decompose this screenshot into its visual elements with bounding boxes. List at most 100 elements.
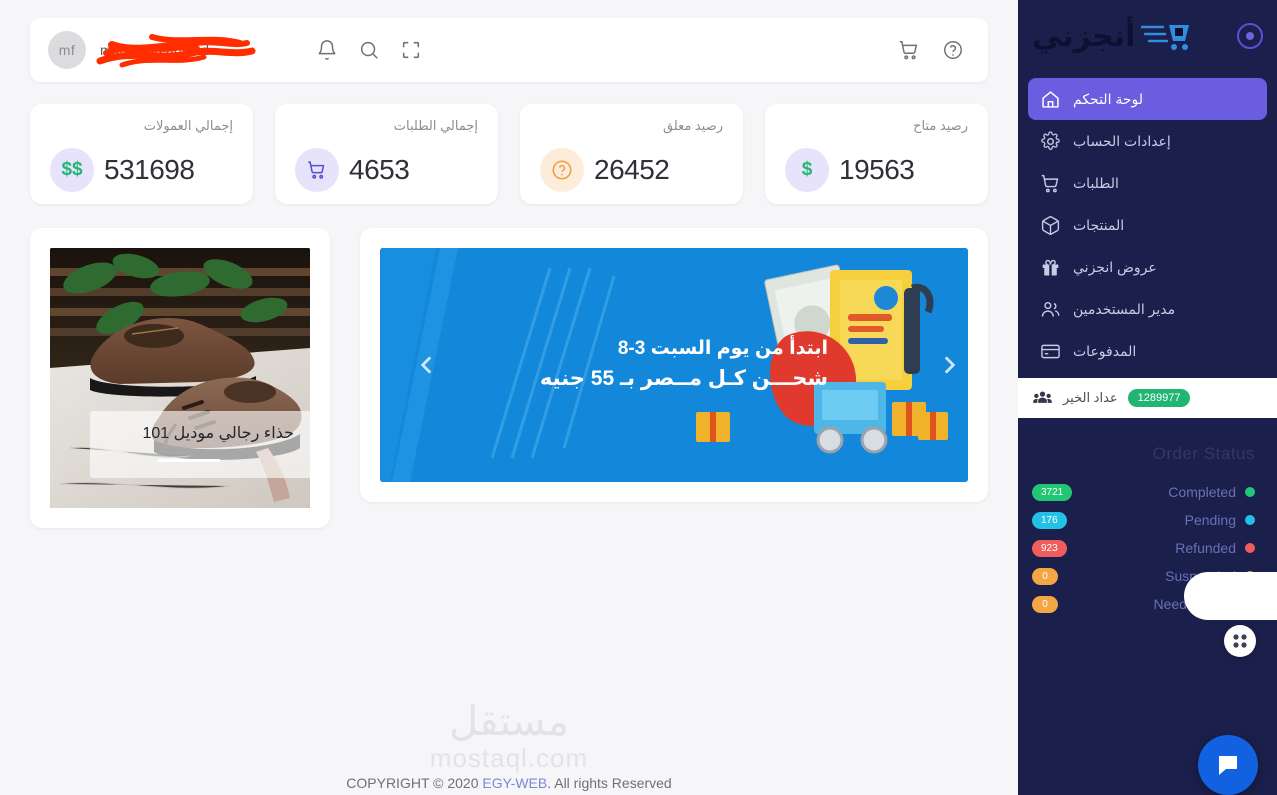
apps-grid-icon: [1233, 634, 1247, 648]
sidebar: أنجزني لوحة التحكم إعدادات الحساب الطلبا…: [1018, 0, 1277, 795]
stat-icon-glyph: $$: [61, 159, 83, 180]
watermark-latin: mostaql.com: [429, 743, 589, 774]
stat-cards: رصيد متاح $ 19563 رصيد معلق 26452 إجمالي…: [30, 104, 988, 204]
users-icon: [1041, 301, 1060, 317]
toggle-dot-icon: [1246, 32, 1254, 40]
status-dot-icon: [1245, 543, 1255, 553]
order-status-count: 0: [1032, 595, 1058, 613]
sidebar-item-users-manager[interactable]: مدير المستخدمين: [1028, 288, 1267, 330]
status-dot-icon: [1245, 515, 1255, 525]
main-content: mf mahmoud ahmed رصيد متاح $ 19563 رصيد …: [0, 0, 1018, 795]
fullscreen-icon[interactable]: [400, 39, 422, 61]
sidebar-item-label: المدفوعات: [1073, 342, 1137, 359]
help-icon[interactable]: [942, 39, 964, 61]
group-icon: [1033, 391, 1052, 403]
chevron-left-icon[interactable]: [414, 352, 440, 378]
stat-value: 26452: [594, 154, 670, 185]
topbar-icons: [316, 39, 422, 61]
product-overlay: حذاء رجالي موديل 101: [90, 411, 310, 478]
apps-grid-button[interactable]: [1224, 625, 1256, 657]
brand-name: أنجزني: [1032, 19, 1136, 53]
sidebar-item-label: لوحة التحكم: [1073, 90, 1144, 107]
banner-text: ابتدأ من يوم السبت 3-8 شحـــن كـل مــصر …: [540, 334, 828, 396]
order-status-row[interactable]: 3721 Completed: [1032, 478, 1255, 506]
order-status-count: 176: [1032, 511, 1067, 529]
avatar-initials: mf: [58, 42, 76, 58]
stat-bottom: 26452: [540, 148, 723, 192]
footer: مستقل mostaql.com COPYRIGHT © 2020 EGY-W…: [0, 700, 1018, 795]
stat-label: إجمالي الطلبات: [393, 118, 478, 133]
stat-card: إجمالي الطلبات 4653: [275, 104, 498, 204]
sidebar-item-payments[interactable]: المدفوعات: [1028, 330, 1267, 372]
promo-banner[interactable]: ابتدأ من يوم السبت 3-8 شحـــن كـل مــصر …: [380, 248, 968, 482]
stat-value: 4653: [349, 154, 410, 185]
chat-button[interactable]: [1198, 735, 1258, 795]
charity-counter-row[interactable]: 1289977 عداد الخير: [1018, 378, 1277, 418]
user-name: mahmoud ahmed: [100, 42, 209, 58]
search-icon[interactable]: [358, 39, 380, 61]
chat-bubble-icon: [1219, 756, 1237, 775]
cart-icon: [1041, 174, 1059, 192]
sidebar-item-label: المنتجات: [1073, 216, 1125, 233]
order-status-count: 923: [1032, 539, 1067, 557]
mostaql-watermark: مستقل mostaql.com: [0, 700, 1018, 773]
cart-icon[interactable]: [898, 39, 920, 61]
order-status-label: Pending: [1184, 512, 1236, 528]
egy-web-link[interactable]: EGY-WEB: [482, 775, 547, 791]
copyright-suffix: . All rights Reserved: [547, 775, 672, 791]
stat-bottom: 4653: [295, 148, 478, 192]
cart-icon: [295, 148, 339, 192]
watermark-arabic: مستقل: [449, 700, 569, 745]
floating-tooltip-bubble: [1184, 572, 1277, 620]
cart-glyph: [308, 161, 325, 179]
stat-card: رصيد معلق 26452: [520, 104, 743, 204]
order-status-count: 0: [1032, 567, 1058, 585]
sidebar-header: أنجزني: [1018, 0, 1277, 72]
sidebar-item-label: مدير المستخدمين: [1073, 300, 1176, 317]
sidebar-item-account-settings[interactable]: إعدادات الحساب: [1028, 120, 1267, 162]
product-image: حذاء رجالي موديل 101: [50, 248, 310, 508]
stat-label: رصيد متاح: [913, 118, 968, 133]
stat-card: رصيد متاح $ 19563: [765, 104, 988, 204]
question-mark-glyph: [552, 160, 572, 180]
order-status-count: 3721: [1032, 483, 1073, 501]
brand-logo[interactable]: أنجزني: [1032, 17, 1227, 55]
stat-value: 19563: [839, 154, 915, 185]
sidebar-item-products[interactable]: المنتجات: [1028, 204, 1267, 246]
status-dot-icon: [1245, 487, 1255, 497]
sidebar-item-offers[interactable]: عروض انجزني: [1028, 246, 1267, 288]
copyright-text: COPYRIGHT © 2020 EGY-WEB. All rights Res…: [0, 773, 1018, 791]
stat-card: إجمالي العمولات $$ 531698: [30, 104, 253, 204]
sidebar-item-orders[interactable]: الطلبات: [1028, 162, 1267, 204]
stat-label: إجمالي العمولات: [143, 118, 233, 133]
topbar: mf mahmoud ahmed: [30, 18, 988, 82]
stat-icon-glyph: $: [801, 159, 813, 180]
order-status-row[interactable]: 923 Refunded: [1032, 534, 1255, 562]
order-status-label: Completed: [1168, 484, 1236, 500]
charity-counter-label: عداد الخير: [1063, 390, 1118, 405]
product-title: حذاء رجالي موديل 101: [142, 425, 294, 442]
stat-value: 531698: [104, 154, 195, 185]
order-status-label: Refunded: [1175, 540, 1236, 556]
sidebar-item-label: الطلبات: [1073, 174, 1119, 191]
banner-line-1: ابتدأ من يوم السبت 3-8: [617, 338, 828, 360]
sidebar-toggle-button[interactable]: [1237, 23, 1263, 49]
content-row: ابتدأ من يوم السبت 3-8 شحـــن كـل مــصر …: [30, 228, 988, 528]
chevron-right-icon[interactable]: [936, 352, 962, 378]
dollar-icon: $: [785, 148, 829, 192]
user-name-wrap: mahmoud ahmed: [96, 31, 290, 69]
stat-bottom: $ 19563: [785, 148, 968, 192]
bell-icon[interactable]: [316, 39, 338, 61]
order-status-row[interactable]: 176 Pending: [1032, 506, 1255, 534]
avatar[interactable]: mf: [48, 31, 86, 69]
sidebar-item-dashboard[interactable]: لوحة التحكم: [1028, 78, 1267, 120]
product-card[interactable]: حذاء رجالي موديل 101: [30, 228, 330, 528]
stat-label: رصيد معلق: [662, 118, 723, 133]
dashboard-page: mf mahmoud ahmed رصيد متاح $ 19563 رصيد …: [0, 0, 1277, 795]
gear-icon: [1041, 130, 1060, 150]
sidebar-menu: لوحة التحكم إعدادات الحساب الطلبات المنت…: [1018, 72, 1277, 372]
order-status-title: Order Status: [1152, 444, 1255, 463]
promo-banner-card: ابتدأ من يوم السبت 3-8 شحـــن كـل مــصر …: [360, 228, 988, 502]
topbar-actions: [898, 39, 970, 61]
banner-line-2: شحـــن كـل مــصر بـ 55 جنيه: [539, 367, 828, 391]
